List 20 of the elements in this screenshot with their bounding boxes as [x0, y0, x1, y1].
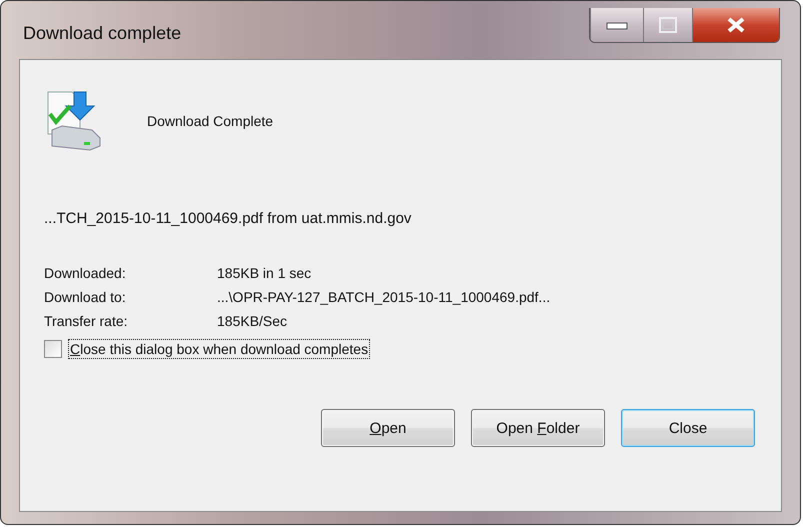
minimize-icon	[606, 20, 628, 30]
detail-value: 185KB/Sec	[217, 313, 288, 329]
dialog-button[interactable]: Open Folder	[471, 409, 605, 447]
minimize-button[interactable]	[590, 8, 643, 42]
detail-label: Downloaded:	[44, 265, 127, 281]
checkbox-label[interactable]: Close this dialog box when download completes	[68, 339, 370, 359]
dialog-button[interactable]: Close	[621, 409, 755, 447]
close-icon	[726, 17, 746, 33]
detail-label: Download to:	[44, 289, 127, 305]
heading-text: Download Complete	[147, 113, 274, 129]
detail-label: Transfer rate:	[44, 313, 129, 329]
close-checkbox[interactable]	[44, 340, 62, 358]
file-source-text: ...TCH_2015-10-11_1000469.pdf from uat.mmis.nd.gov	[44, 210, 412, 227]
window-title: Download complete	[23, 23, 182, 44]
maximize-button[interactable]	[643, 8, 692, 42]
dialog-button[interactable]: Open	[321, 409, 455, 447]
maximize-icon	[659, 17, 677, 33]
close-button[interactable]	[692, 8, 779, 42]
detail-value: ...\OPR-PAY-127_BATCH_2015-10-11_1000469.pdf...	[217, 289, 552, 305]
detail-value: 185KB in 1 sec	[217, 265, 312, 281]
